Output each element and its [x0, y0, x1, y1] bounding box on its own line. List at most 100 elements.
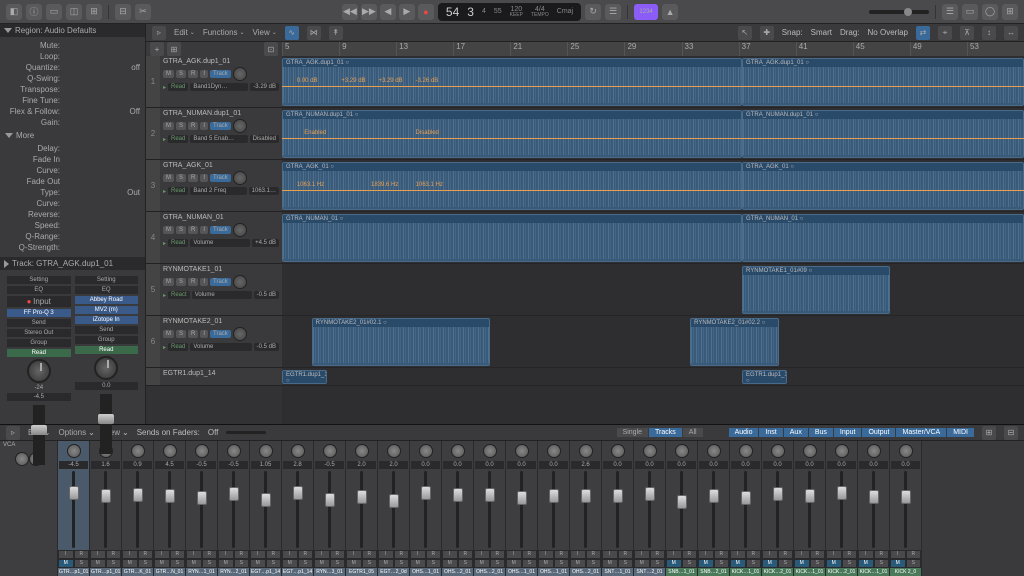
rec-button[interactable]: R	[394, 550, 410, 559]
loops-button[interactable]: ◯	[982, 4, 998, 20]
count-in-button[interactable]: 1234	[634, 4, 658, 20]
mixer-channel[interactable]: 0.0 IR MS OHS…2_01	[474, 441, 506, 576]
solo-button[interactable]: S	[778, 559, 794, 568]
track-s-button[interactable]: S	[176, 278, 186, 286]
gain-value[interactable]: 2.6	[571, 461, 600, 469]
channel-name[interactable]: KICK 2_0	[890, 568, 921, 576]
solo-button[interactable]: S	[810, 559, 826, 568]
record-button[interactable]: ●	[418, 4, 434, 20]
sends-value[interactable]: Off	[208, 428, 219, 437]
track-lane[interactable]: GTRA_AGK.dup1_01 ○GTRA_AGK.dup1_01 ○0.00…	[282, 56, 1024, 108]
channel-fader[interactable]	[602, 469, 633, 550]
audio-region[interactable]: EGTR1.dup1_14 ○	[742, 370, 787, 384]
channel-fader[interactable]	[186, 469, 217, 550]
sends-slider[interactable]	[226, 431, 266, 434]
channel-name[interactable]: KICK…1_01	[730, 568, 761, 576]
inspector-row[interactable]: Fade In	[5, 154, 140, 165]
track-lane[interactable]: GTRA_AGK_01 ○GTRA_AGK_01 ○1063.1 Hz1839.…	[282, 160, 1024, 212]
pan-knob[interactable]	[771, 444, 785, 458]
pan-knob[interactable]	[643, 444, 657, 458]
mute-button[interactable]: M	[410, 559, 426, 568]
track-i-button[interactable]: I	[200, 278, 208, 286]
pan-knob[interactable]	[547, 444, 561, 458]
track-r-button[interactable]: R	[188, 174, 198, 182]
track-mode[interactable]: Track	[210, 70, 231, 78]
pan-knob[interactable]	[259, 444, 273, 458]
mixer-channel[interactable]: 2.0 IR MS EGTR1_05	[346, 441, 378, 576]
automation-mode[interactable]: Read	[7, 349, 71, 357]
gain-value[interactable]: 4.5	[155, 461, 184, 469]
channel-fader[interactable]	[570, 469, 601, 550]
solo-button[interactable]: S	[266, 559, 282, 568]
mixer-filter-bus[interactable]: Bus	[809, 428, 833, 437]
channel-name[interactable]: OHS…2_01	[570, 568, 601, 576]
automation-mode[interactable]: Read	[168, 239, 188, 247]
mixer-channel[interactable]: 4.5 IR MS GTR…N_01	[154, 441, 186, 576]
mute-button[interactable]: M	[826, 559, 842, 568]
channel-fader[interactable]	[506, 469, 537, 550]
track-header[interactable]: 3 GTRA_AGK_01 MSRI Track ▸ Read Band 2 F…	[146, 160, 282, 212]
pan-knob[interactable]	[15, 452, 29, 466]
mixer-filter-midi[interactable]: MIDI	[947, 428, 974, 437]
gain-value[interactable]: 0.0	[443, 461, 472, 469]
tool-button[interactable]: ↟	[329, 26, 343, 40]
mute-button[interactable]: M	[314, 559, 330, 568]
input-button[interactable]: I	[538, 550, 554, 559]
browser-button[interactable]: ⊞	[1002, 4, 1018, 20]
channel-fader[interactable]	[698, 469, 729, 550]
track-header[interactable]: 5 RYNMOTAKE1_01 MSRI Track ▸ React Volum…	[146, 264, 282, 316]
input-button[interactable]: I	[666, 550, 682, 559]
volume-knob[interactable]	[233, 223, 247, 237]
mixer-channel[interactable]: 1.6 IR MS GTR…p1_01	[90, 441, 122, 576]
input-button[interactable]: I	[602, 550, 618, 559]
solo-button[interactable]: S	[682, 559, 698, 568]
input-button[interactable]: I	[90, 550, 106, 559]
rec-button[interactable]: R	[234, 550, 250, 559]
mute-button[interactable]: M	[442, 559, 458, 568]
audio-region[interactable]: RYNMOTAKE1_01#09 ○	[742, 266, 890, 314]
channel-fader[interactable]	[33, 405, 45, 465]
track-s-button[interactable]: S	[176, 70, 186, 78]
track-mode[interactable]: Track	[210, 122, 231, 130]
gain-value[interactable]: 0.9	[123, 461, 152, 469]
pan-knob[interactable]	[419, 444, 433, 458]
rec-button[interactable]: R	[522, 550, 538, 559]
automation-param[interactable]: Band1Dyn…	[190, 83, 248, 91]
pan-knob[interactable]	[611, 444, 625, 458]
solo-button[interactable]: S	[906, 559, 922, 568]
rec-button[interactable]: R	[266, 550, 282, 559]
track-lane[interactable]: GTRA_NUMAN_01 ○GTRA_NUMAN_01 ○	[282, 212, 1024, 264]
track-header[interactable]: 2 GTRA_NUMAN.dup1_01 MSRI Track ▸ Read B…	[146, 108, 282, 160]
audio-region[interactable]: GTRA_NUMAN_01 ○	[282, 214, 742, 262]
rec-button[interactable]: R	[842, 550, 858, 559]
channel-fader[interactable]	[826, 469, 857, 550]
inspector-row[interactable]: Reverse:	[5, 209, 140, 220]
automation-mode[interactable]: Read	[168, 343, 188, 351]
master-volume-slider[interactable]	[869, 10, 929, 14]
input-button[interactable]: I	[378, 550, 394, 559]
mixer-channel[interactable]: -4.5 IR MS GTR…p1_01	[58, 441, 90, 576]
pan-knob[interactable]	[483, 444, 497, 458]
rec-button[interactable]: R	[746, 550, 762, 559]
channel-name[interactable]: EGT…p1_14	[282, 568, 313, 576]
mixer-filter-master/vca[interactable]: Master/VCA	[896, 428, 946, 437]
mute-button[interactable]: M	[602, 559, 618, 568]
track-i-button[interactable]: I	[200, 70, 208, 78]
input-button[interactable]: I	[762, 550, 778, 559]
rec-button[interactable]: R	[778, 550, 794, 559]
solo-button[interactable]: S	[202, 559, 218, 568]
input-button[interactable]: I	[186, 550, 202, 559]
channel-name[interactable]: GTR…N_01	[154, 568, 185, 576]
rec-button[interactable]: R	[554, 550, 570, 559]
solo-button[interactable]: S	[106, 559, 122, 568]
automation-value[interactable]: -3.29 dB	[250, 83, 279, 91]
track-i-button[interactable]: I	[200, 122, 208, 130]
more-disclosure[interactable]: More	[5, 131, 140, 140]
catch-playhead-button[interactable]: ▹	[152, 26, 166, 40]
channel-fader[interactable]	[282, 469, 313, 550]
gain-value[interactable]: -4.5	[59, 461, 88, 469]
mixer-channel[interactable]: 0.0 IR MS KICK…2_01	[762, 441, 794, 576]
channel-fader[interactable]	[314, 469, 345, 550]
audio-region[interactable]: EGTR1.dup1_14 ○	[282, 370, 327, 384]
pan-knob[interactable]	[899, 444, 913, 458]
